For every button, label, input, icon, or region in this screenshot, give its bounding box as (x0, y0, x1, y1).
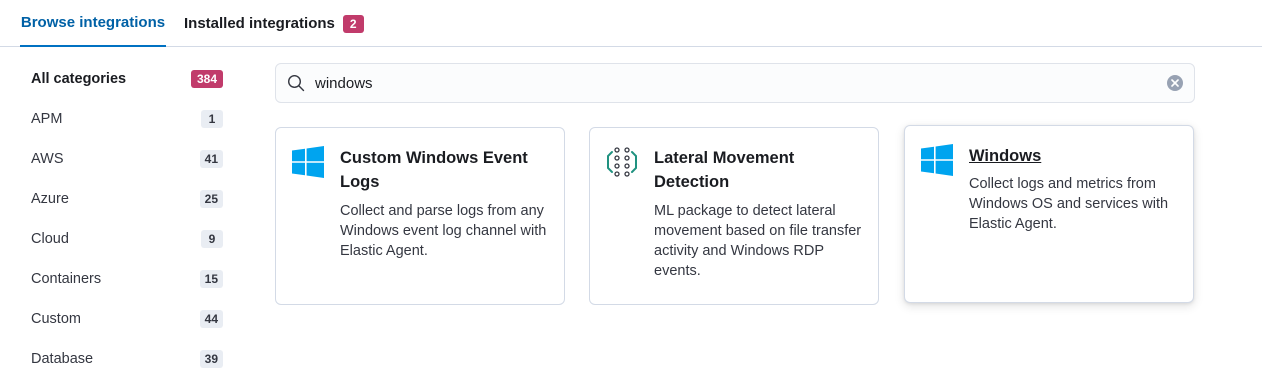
card-title: Windows (969, 147, 1042, 165)
category-label: AWS (31, 151, 64, 167)
category-label: Azure (31, 191, 69, 207)
card-title: Lateral Movement Detection (654, 149, 795, 191)
card-description: Collect and parse logs from any Windows … (340, 203, 547, 259)
category-custom[interactable]: Custom 44 (20, 299, 232, 339)
tab-bar: Browse integrations Installed integratio… (0, 0, 1262, 47)
clear-search-button[interactable] (1167, 75, 1183, 91)
tab-browse-integrations[interactable]: Browse integrations (20, 0, 166, 47)
tab-browse-label: Browse integrations (20, 14, 166, 31)
integration-card-custom-windows-event-logs[interactable]: Custom Windows Event Logs Collect and pa… (275, 127, 565, 305)
category-azure[interactable]: Azure 25 (20, 179, 232, 219)
category-all[interactable]: All categories 384 (20, 59, 232, 99)
category-count-badge: 384 (190, 70, 223, 88)
category-sidebar: All categories 384 APM 1 AWS 41 Azure 25… (20, 59, 232, 369)
category-label: Cloud (31, 231, 69, 247)
card-description: ML package to detect lateral movement ba… (654, 203, 862, 279)
search-box (275, 63, 1195, 103)
category-database[interactable]: Database 39 (20, 339, 232, 369)
category-label: Containers (31, 271, 102, 287)
search-input[interactable] (315, 64, 1135, 102)
card-title: Custom Windows Event Logs (340, 149, 528, 191)
category-cloud[interactable]: Cloud 9 (20, 219, 232, 259)
category-count-badge: 9 (201, 230, 223, 248)
category-count-badge: 25 (199, 190, 223, 208)
card-description: Collect logs and metrics from Windows OS… (969, 176, 1169, 232)
category-containers[interactable]: Containers 15 (20, 259, 232, 299)
category-count-badge: 41 (199, 150, 223, 168)
windows-logo-icon (292, 146, 324, 178)
integration-card-lateral-movement-detection[interactable]: Lateral Movement Detection ML package to… (589, 127, 879, 305)
windows-logo-icon (921, 144, 953, 176)
category-apm[interactable]: APM 1 (20, 99, 232, 139)
integration-card-windows[interactable]: Windows Collect logs and metrics from Wi… (904, 125, 1194, 303)
installed-count-badge: 2 (342, 14, 364, 33)
category-label: Database (31, 351, 94, 367)
tab-installed-integrations[interactable]: Installed integrations 2 (184, 0, 364, 47)
category-count-badge: 15 (199, 270, 223, 288)
lateral-movement-icon (607, 147, 637, 177)
search-icon (287, 74, 305, 92)
category-count-badge: 1 (201, 110, 223, 128)
category-label: All categories (31, 71, 127, 87)
category-count-badge: 44 (199, 310, 223, 328)
close-icon (1171, 79, 1179, 87)
category-aws[interactable]: AWS 41 (20, 139, 232, 179)
category-label: Custom (31, 311, 81, 327)
tab-installed-label: Installed integrations (184, 15, 335, 32)
category-label: APM (31, 111, 63, 127)
category-count-badge: 39 (199, 350, 223, 368)
